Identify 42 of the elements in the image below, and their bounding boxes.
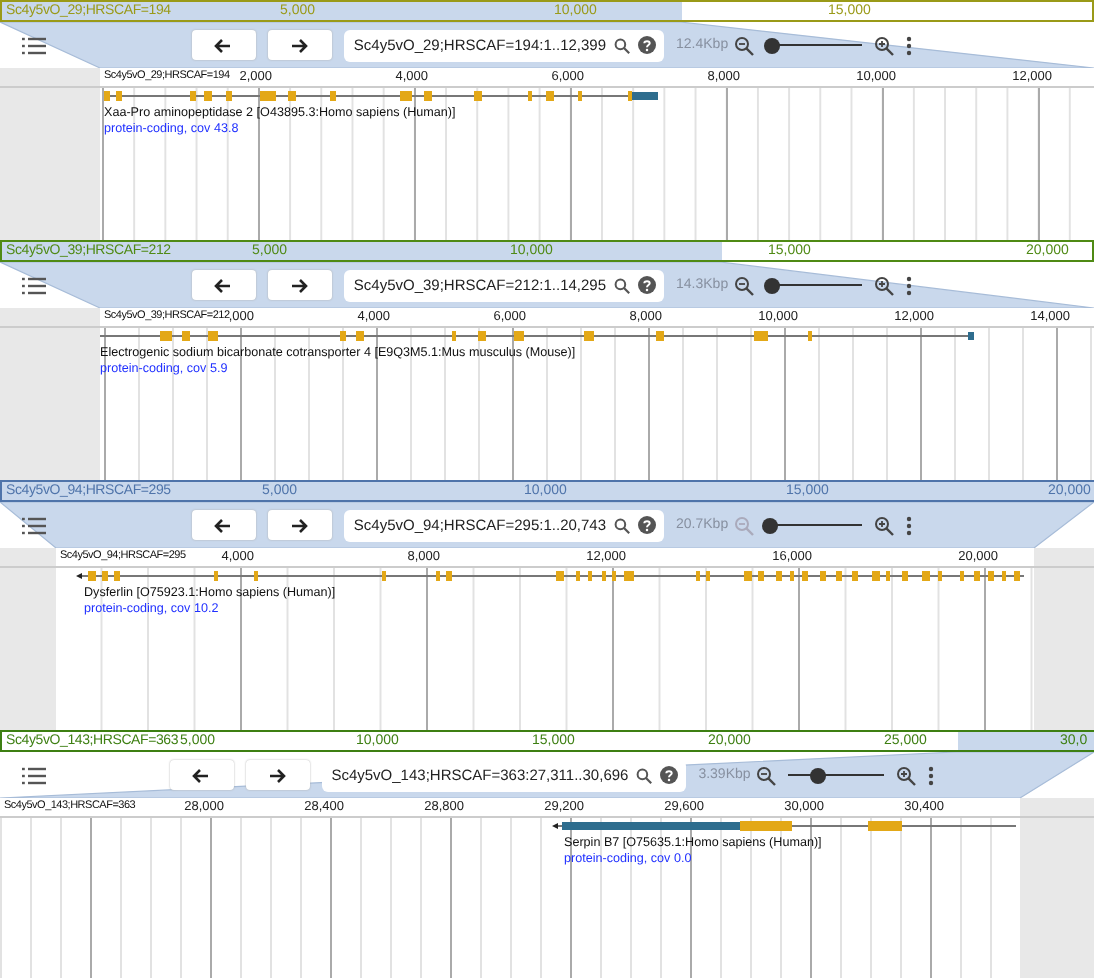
forward-button[interactable] (267, 30, 332, 60)
back-button[interactable] (191, 30, 256, 60)
zoom-slider[interactable] (788, 767, 885, 783)
arrow-left-icon (212, 35, 235, 55)
menu-icon[interactable] (22, 35, 46, 55)
arrow-left-icon (190, 765, 213, 785)
zoom-in-icon[interactable] (896, 765, 917, 785)
forward-button[interactable] (245, 760, 310, 790)
zoom-slider[interactable] (766, 37, 863, 53)
zoom-slider[interactable] (766, 277, 863, 293)
search-icon[interactable] (614, 37, 631, 53)
arrow-right-icon (266, 765, 289, 785)
menu-icon[interactable] (22, 275, 46, 295)
menu-icon[interactable] (22, 515, 46, 535)
arrow-right-icon (288, 515, 311, 535)
more-options-icon[interactable] (928, 765, 935, 785)
zoom-in-icon[interactable] (874, 275, 895, 295)
search-icon[interactable] (636, 767, 653, 783)
forward-button[interactable] (267, 270, 332, 300)
zoom-out-icon[interactable] (734, 275, 755, 295)
help-icon[interactable] (638, 276, 657, 294)
arrow-right-icon (288, 35, 311, 55)
zoom-in-icon[interactable] (874, 515, 895, 535)
help-icon[interactable] (638, 516, 657, 534)
more-options-icon[interactable] (906, 275, 913, 295)
arrow-left-icon (212, 515, 235, 535)
back-button[interactable] (191, 510, 256, 540)
help-icon[interactable] (638, 36, 657, 54)
forward-button[interactable] (267, 510, 332, 540)
help-icon[interactable] (660, 766, 679, 784)
menu-icon[interactable] (22, 765, 46, 785)
zoom-out-icon[interactable] (756, 765, 777, 785)
arrow-right-icon (288, 275, 311, 295)
search-icon[interactable] (614, 517, 631, 533)
arrow-left-icon (212, 275, 235, 295)
back-button[interactable] (169, 760, 234, 790)
more-options-icon[interactable] (906, 515, 913, 535)
search-icon[interactable] (614, 277, 631, 293)
more-options-icon[interactable] (906, 35, 913, 55)
zoom-out-icon[interactable] (734, 35, 755, 55)
back-button[interactable] (191, 270, 256, 300)
zoom-in-icon[interactable] (874, 35, 895, 55)
